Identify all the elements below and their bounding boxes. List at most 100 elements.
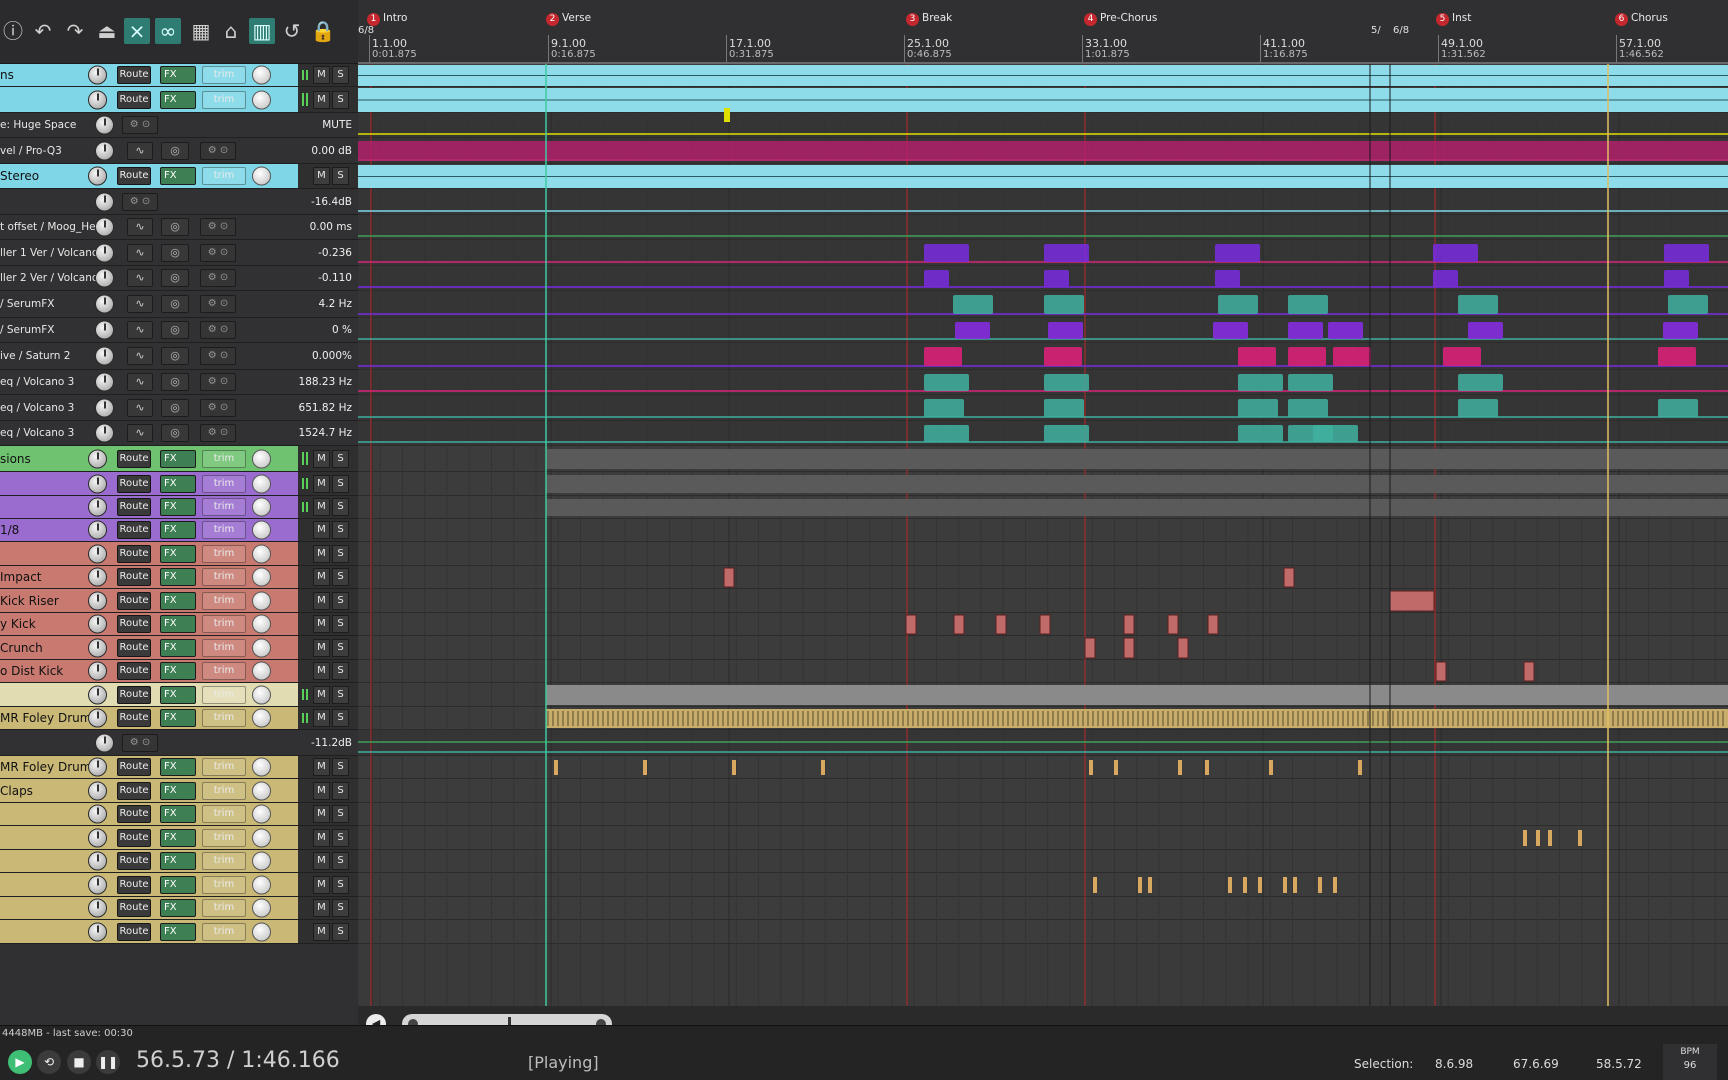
trim-button[interactable]: trim bbox=[202, 875, 246, 894]
solo-button[interactable]: S bbox=[332, 805, 349, 823]
track-row-32[interactable]: Route FX trim M S bbox=[0, 850, 358, 873]
envelope-shape-icon[interactable]: ∿ bbox=[127, 347, 153, 365]
selection-start[interactable]: 8.6.98 bbox=[1435, 1057, 1473, 1071]
track-row-6[interactable]: t offset / Moog_Hea ∿ ◎ ⚙ ⊙ 0.00 ms bbox=[0, 215, 358, 240]
track-name[interactable]: MR Foley Drum I bbox=[0, 760, 92, 774]
trim-button[interactable]: trim bbox=[202, 662, 246, 680]
envelope-name[interactable]: e: Huge Space bbox=[0, 119, 100, 131]
grid-icon[interactable]: ▦ bbox=[188, 18, 214, 44]
envelope-value[interactable]: MUTE bbox=[322, 119, 352, 131]
track-row-25[interactable]: Route FX trim M S bbox=[0, 683, 358, 707]
envelope-knob[interactable] bbox=[95, 346, 114, 366]
volume-knob[interactable] bbox=[88, 851, 107, 871]
envelope-link-icon[interactable]: ◎ bbox=[161, 295, 189, 313]
envelope-name[interactable]: vel / Pro-Q3 bbox=[0, 145, 100, 157]
solo-button[interactable]: S bbox=[332, 781, 349, 800]
track-name[interactable]: Crunch bbox=[0, 641, 92, 655]
track-row-28[interactable]: MR Foley Drum I Route FX trim M S bbox=[0, 756, 358, 779]
route-button[interactable]: Route bbox=[117, 828, 151, 847]
track-name[interactable]: Claps bbox=[0, 784, 92, 798]
envelope-knob[interactable] bbox=[95, 217, 114, 237]
route-button[interactable]: Route bbox=[117, 758, 151, 776]
trim-button[interactable]: trim bbox=[202, 591, 246, 610]
envelope-settings-icon[interactable]: ⚙ ⊙ bbox=[200, 141, 236, 160]
track-row-17[interactable]: Route FX trim M S bbox=[0, 496, 358, 519]
solo-button[interactable]: S bbox=[332, 591, 349, 610]
trim-button[interactable]: trim bbox=[202, 899, 246, 917]
route-button[interactable]: Route bbox=[117, 922, 151, 941]
track-row-34[interactable]: Route FX trim M S bbox=[0, 897, 358, 920]
volume-knob[interactable] bbox=[88, 449, 107, 468]
track-row-21[interactable]: Kick Riser Route FX trim M S bbox=[0, 589, 358, 613]
fx-button[interactable]: FX bbox=[160, 474, 196, 493]
envelope-name[interactable]: / SerumFX bbox=[0, 298, 100, 310]
volume-knob[interactable] bbox=[88, 65, 107, 85]
solo-button[interactable]: S bbox=[332, 875, 349, 894]
mute-button[interactable]: M bbox=[313, 828, 330, 847]
volume-knob[interactable] bbox=[88, 474, 107, 493]
pan-knob[interactable] bbox=[252, 591, 271, 610]
envelope-link-icon[interactable]: ◎ bbox=[161, 269, 189, 287]
solo-button[interactable]: S bbox=[332, 899, 349, 917]
play-icon[interactable]: ▶ bbox=[8, 1050, 32, 1074]
envelope-shape-icon[interactable]: ∿ bbox=[127, 295, 153, 313]
route-button[interactable]: Route bbox=[117, 685, 151, 704]
volume-knob[interactable] bbox=[88, 90, 107, 109]
mute-button[interactable]: M bbox=[313, 662, 330, 680]
track-name[interactable]: ns bbox=[0, 68, 92, 82]
pan-knob[interactable] bbox=[252, 661, 271, 681]
track-name[interactable]: y Kick bbox=[0, 617, 92, 631]
fx-button[interactable]: FX bbox=[160, 899, 196, 917]
envelope-knob[interactable] bbox=[95, 423, 114, 443]
fx-button[interactable]: FX bbox=[160, 828, 196, 847]
pan-knob[interactable] bbox=[252, 544, 271, 563]
marker-1[interactable]: 2 Verse bbox=[546, 12, 591, 26]
pause-icon[interactable]: ❚❚ bbox=[96, 1050, 120, 1074]
solo-button[interactable]: S bbox=[332, 662, 349, 680]
envelope-name[interactable]: ive / Saturn 2 bbox=[0, 350, 100, 362]
envelope-shape-icon[interactable]: ∿ bbox=[127, 141, 153, 160]
envelope-value[interactable]: 188.23 Hz bbox=[299, 376, 352, 388]
envelope-shape-icon[interactable]: ∿ bbox=[127, 373, 153, 391]
trim-button[interactable]: trim bbox=[202, 449, 246, 468]
envelope-knob[interactable] bbox=[95, 733, 114, 752]
trim-button[interactable]: trim bbox=[202, 568, 246, 586]
envelope-shape-icon[interactable]: ∿ bbox=[127, 269, 153, 287]
trim-button[interactable]: trim bbox=[202, 638, 246, 657]
track-row-7[interactable]: ller 1 Ver / Volcano 3 ∿ ◎ ⚙ ⊙ -0.236 bbox=[0, 240, 358, 266]
trim-button[interactable]: trim bbox=[202, 615, 246, 633]
track-row-20[interactable]: Impact Route FX trim M S bbox=[0, 566, 358, 589]
route-button[interactable]: Route bbox=[117, 544, 151, 563]
envelope-name[interactable]: / SerumFX bbox=[0, 324, 100, 336]
route-button[interactable]: Route bbox=[117, 852, 151, 870]
pan-knob[interactable] bbox=[252, 898, 271, 918]
envelope-value[interactable]: -0.236 bbox=[318, 247, 352, 259]
fx-button[interactable]: FX bbox=[160, 758, 196, 776]
track-name[interactable]: Stereo bbox=[0, 169, 92, 183]
envelope-settings-icon[interactable]: ⚙ ⊙ bbox=[122, 192, 158, 211]
fx-button[interactable]: FX bbox=[160, 90, 196, 109]
track-row-27[interactable]: ⚙ ⊙ -11.2dB bbox=[0, 730, 358, 756]
trim-button[interactable]: trim bbox=[202, 805, 246, 823]
fx-button[interactable]: FX bbox=[160, 922, 196, 941]
envelope-name[interactable]: eq / Volcano 3 bbox=[0, 402, 100, 414]
selection-length[interactable]: 58.5.72 bbox=[1596, 1057, 1642, 1071]
fx-button[interactable]: FX bbox=[160, 66, 196, 84]
track-row-31[interactable]: Route FX trim M S bbox=[0, 826, 358, 850]
pan-knob[interactable] bbox=[252, 520, 271, 540]
fx-button[interactable]: FX bbox=[160, 852, 196, 870]
envelope-settings-icon[interactable]: ⚙ ⊙ bbox=[200, 373, 236, 391]
route-button[interactable]: Route bbox=[117, 521, 151, 539]
volume-knob[interactable] bbox=[88, 638, 107, 657]
track-name[interactable]: MR Foley Drum I bbox=[0, 711, 92, 725]
fx-button[interactable]: FX bbox=[160, 709, 196, 727]
volume-knob[interactable] bbox=[88, 544, 107, 563]
volume-knob[interactable] bbox=[88, 828, 107, 847]
envelope-shape-icon[interactable]: ∿ bbox=[127, 398, 153, 417]
envelope-value[interactable]: 0 % bbox=[332, 324, 352, 336]
fx-button[interactable]: FX bbox=[160, 591, 196, 610]
solo-button[interactable]: S bbox=[332, 167, 349, 185]
track-row-35[interactable]: Route FX trim M S bbox=[0, 920, 358, 944]
envelope-link-icon[interactable]: ◎ bbox=[161, 218, 189, 236]
fx-button[interactable]: FX bbox=[160, 781, 196, 800]
